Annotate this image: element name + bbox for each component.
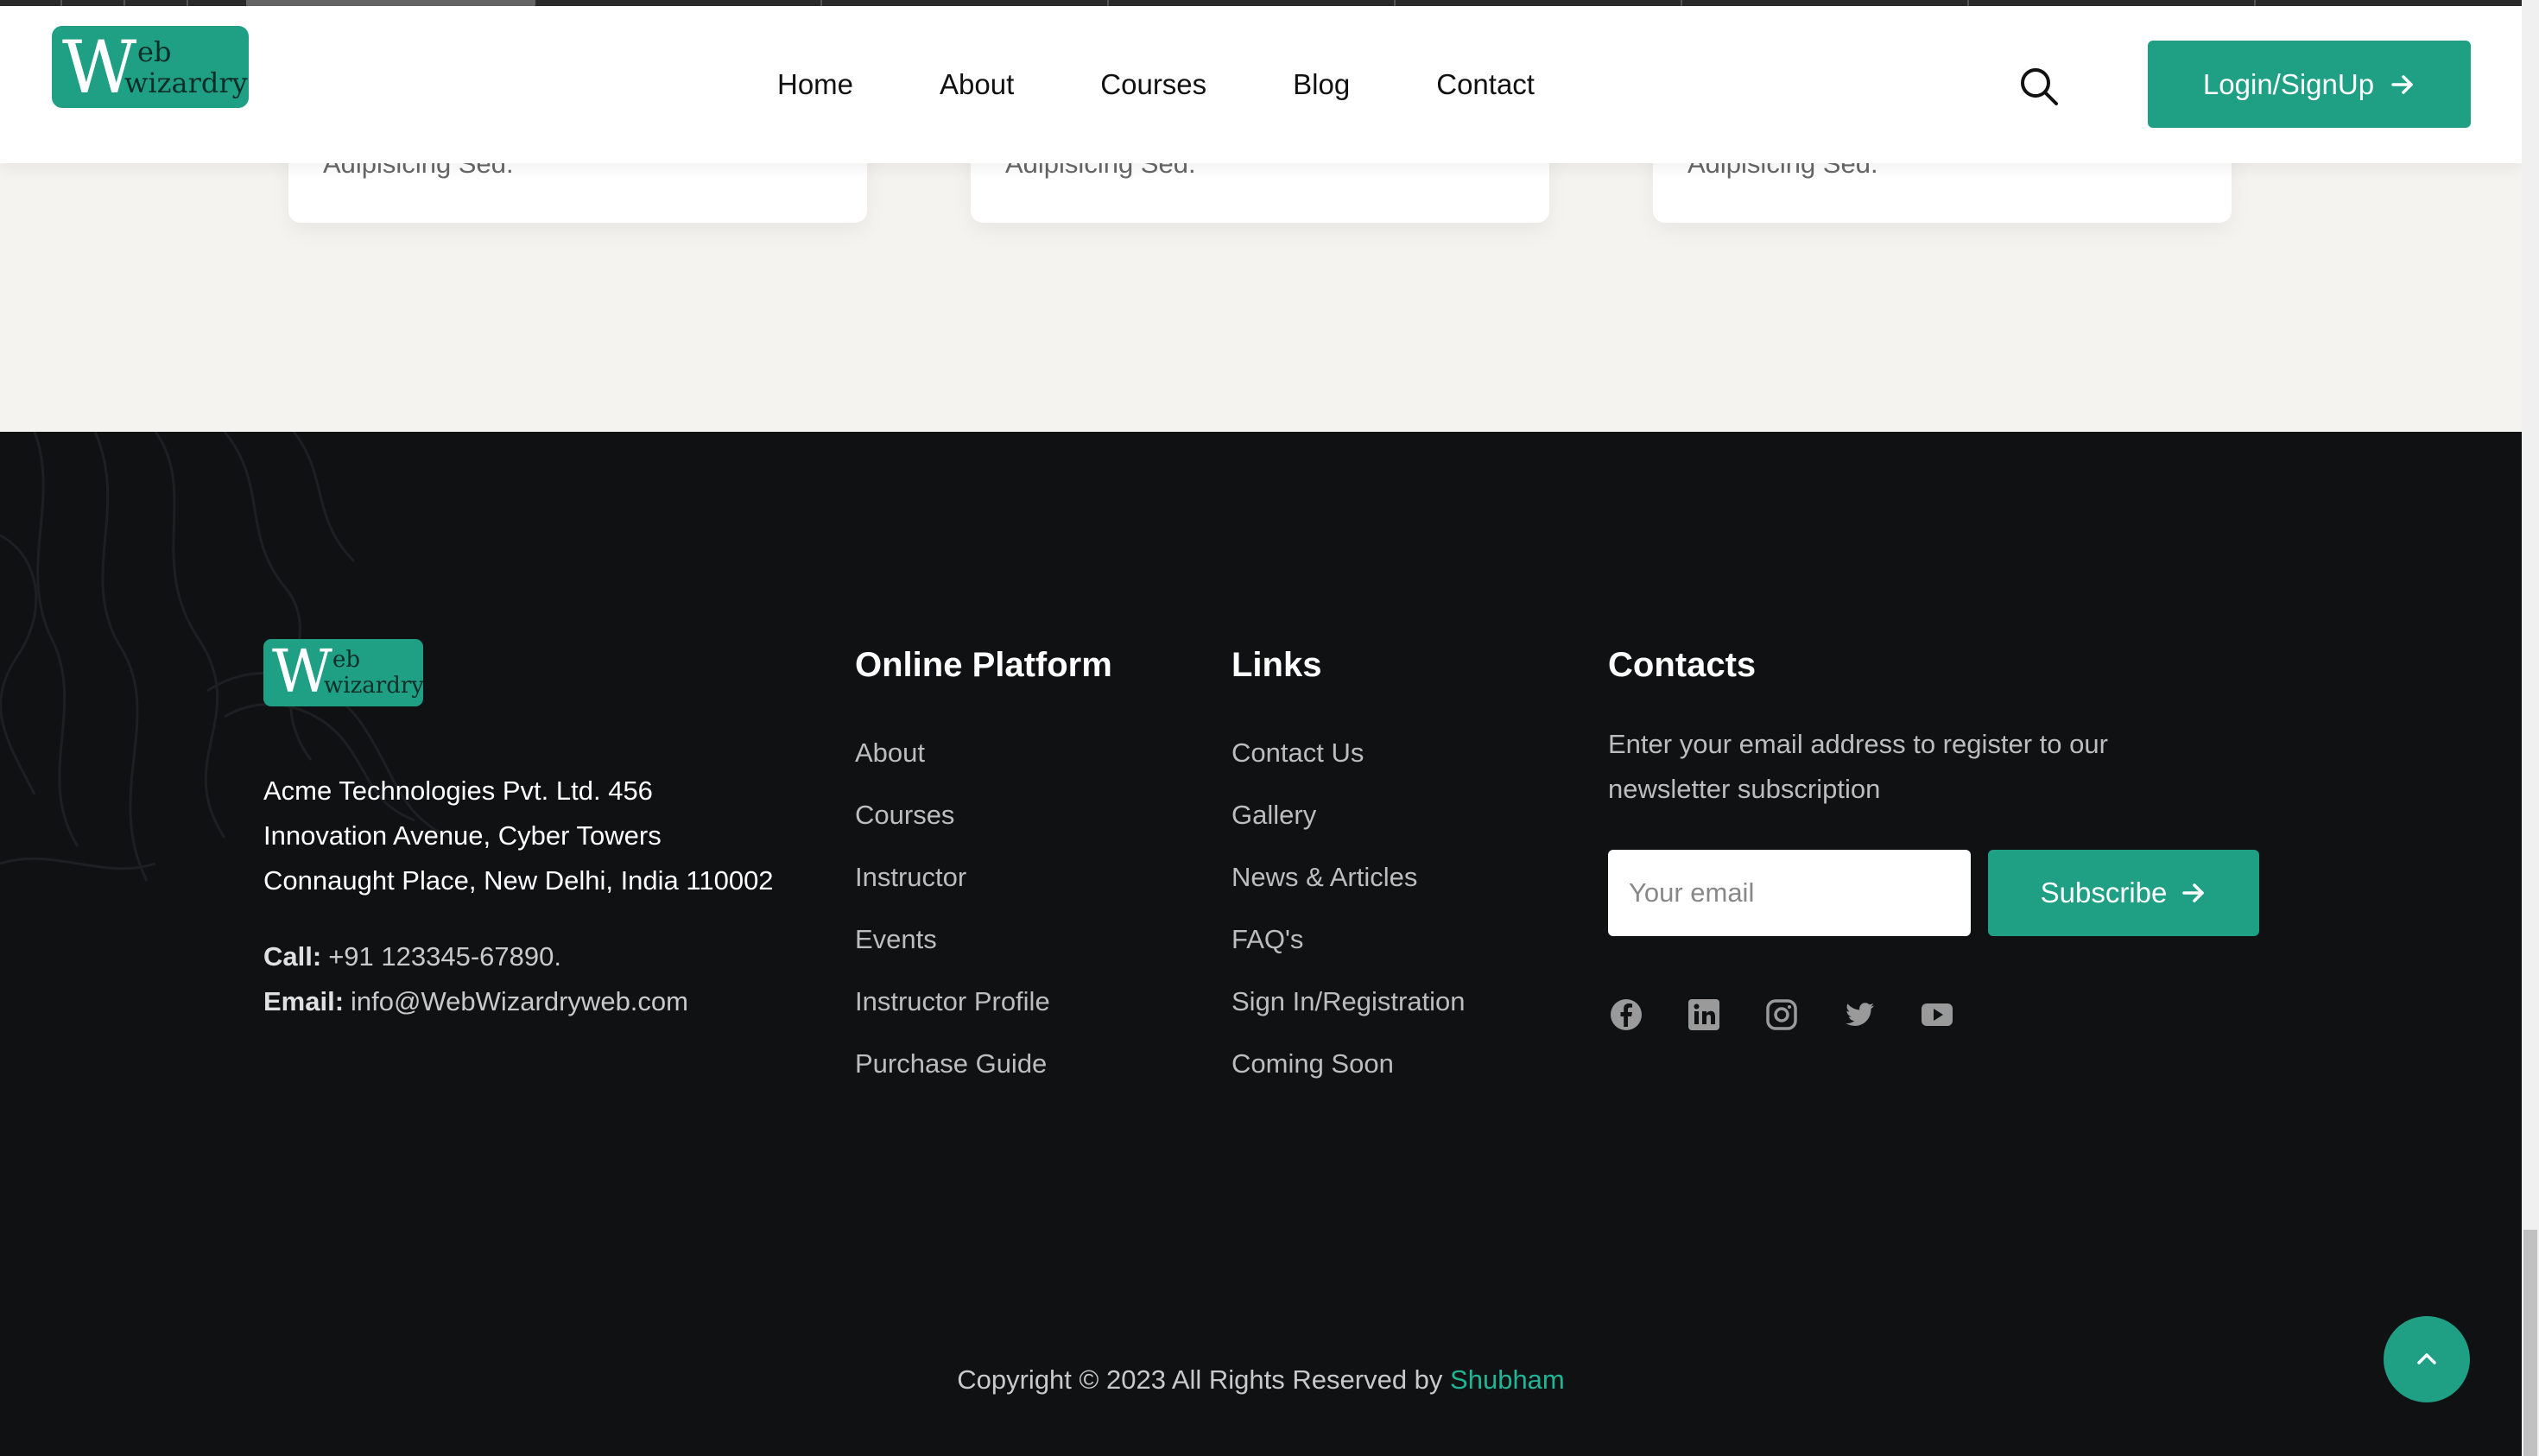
online-platform-list: About Courses Instructor Events Instruct…	[855, 737, 1050, 1111]
call-number[interactable]: +91 123345-67890.	[328, 941, 561, 972]
facebook-icon	[1611, 999, 1642, 1030]
newsletter-email-input[interactable]	[1608, 850, 1971, 936]
top-strip-divider	[1107, 0, 1109, 6]
search-button[interactable]	[2017, 65, 2061, 108]
logo-text-top: eb	[137, 35, 172, 68]
page-scrollbar[interactable]	[2522, 0, 2539, 1456]
youtube-icon	[1922, 1003, 1953, 1026]
footer-link-courses[interactable]: Courses	[855, 800, 1050, 862]
footer-link-news-articles[interactable]: News & Articles	[1232, 862, 1466, 924]
nav-blog[interactable]: Blog	[1293, 68, 1350, 101]
footer-link-gallery[interactable]: Gallery	[1232, 800, 1466, 862]
footer-logo[interactable]: W eb wizardry	[263, 639, 423, 706]
address-line: Acme Technologies Pvt. Ltd. 456	[263, 775, 653, 806]
nav-courses[interactable]: Courses	[1100, 68, 1206, 101]
top-strip-divider	[123, 0, 125, 6]
nav-about[interactable]: About	[940, 68, 1014, 101]
youtube-link[interactable]	[1919, 997, 1955, 1033]
contacts-title: Contacts	[1608, 646, 1757, 684]
nav-home[interactable]: Home	[777, 68, 853, 101]
chevron-up-icon	[2417, 1353, 2436, 1364]
nav-contact[interactable]: Contact	[1436, 68, 1535, 101]
linkedin-link[interactable]	[1686, 997, 1722, 1033]
twitter-link[interactable]	[1841, 997, 1877, 1033]
site-footer: W eb wizardry Acme Technologies Pvt. Ltd…	[0, 432, 2522, 1456]
footer-logo-text-bottom: wizardry	[324, 673, 423, 699]
footer-link-faqs[interactable]: FAQ's	[1232, 924, 1466, 986]
social-links	[1608, 997, 1955, 1033]
top-strip-divider	[1394, 0, 1396, 6]
facebook-link[interactable]	[1608, 997, 1644, 1033]
copyright: Copyright © 2023 All Rights Reserved by …	[0, 1364, 2522, 1396]
footer-link-events[interactable]: Events	[855, 924, 1050, 986]
arrow-right-icon	[2391, 74, 2413, 94]
top-strip-divider	[187, 0, 188, 6]
instagram-icon	[1766, 999, 1797, 1030]
footer-link-coming-soon[interactable]: Coming Soon	[1232, 1048, 1466, 1111]
login-signup-button[interactable]: Login/SignUp	[2148, 41, 2471, 128]
footer-logo-text-top: eb	[332, 647, 361, 673]
instagram-link[interactable]	[1763, 997, 1800, 1033]
scroll-to-top-button[interactable]	[2384, 1316, 2470, 1402]
footer-link-contact-us[interactable]: Contact Us	[1232, 737, 1466, 800]
email-label: Email:	[263, 986, 345, 1016]
links-title: Links	[1232, 646, 1322, 684]
email-address[interactable]: info@WebWizardryweb.com	[351, 986, 688, 1016]
subscribe-button[interactable]: Subscribe	[1988, 850, 2259, 936]
copyright-text: Copyright © 2023 All Rights Reserved by	[957, 1364, 1443, 1395]
newsletter-description: Enter your email address to register to …	[1608, 729, 2108, 804]
top-strip-divider	[60, 0, 62, 6]
call-label: Call:	[263, 941, 322, 972]
arrow-right-icon	[2182, 883, 2205, 902]
top-progress-strip	[0, 0, 2522, 6]
address-line: Innovation Avenue, Cyber Towers	[263, 820, 662, 851]
top-strip-divider	[820, 0, 822, 6]
site-logo[interactable]: W eb wizardry	[52, 26, 249, 108]
online-platform-title: Online Platform	[855, 646, 1112, 684]
call-info: Call: +91 123345-67890.	[263, 941, 561, 972]
login-signup-label: Login/SignUp	[2202, 67, 2375, 100]
top-strip-divider	[1967, 0, 1969, 6]
footer-link-purchase-guide[interactable]: Purchase Guide	[855, 1048, 1050, 1111]
address-line: Connaught Place, New Delhi, India 110002	[263, 865, 774, 896]
top-strip-divider	[1681, 0, 1682, 6]
top-strip-divider	[2254, 0, 2256, 6]
linkedin-icon	[1688, 999, 1719, 1030]
top-strip-active-segment	[246, 0, 535, 6]
footer-link-about[interactable]: About	[855, 737, 1050, 800]
email-info: Email: info@WebWizardryweb.com	[263, 986, 688, 1017]
company-address: Acme Technologies Pvt. Ltd. 456 Innovati…	[263, 769, 825, 903]
footer-link-instructor-profile[interactable]: Instructor Profile	[855, 986, 1050, 1048]
search-icon	[2021, 68, 2058, 105]
main-nav: Home About Courses Blog Contact	[777, 6, 1621, 163]
copyright-author-link[interactable]: Shubham	[1450, 1364, 1565, 1395]
footer-link-sign-in-registration[interactable]: Sign In/Registration	[1232, 986, 1466, 1048]
logo-text-bottom: wizardry	[124, 66, 248, 99]
scrollbar-thumb[interactable]	[2523, 1230, 2537, 1456]
page: Adipisicing Sed. Adipisicing Sed. Adipis…	[0, 0, 2522, 1456]
site-header: W eb wizardry Home About Courses Blog Co…	[0, 6, 2522, 163]
subscribe-label: Subscribe	[2040, 877, 2168, 908]
twitter-icon	[1846, 1003, 1874, 1026]
footer-link-instructor[interactable]: Instructor	[855, 862, 1050, 924]
links-list: Contact Us Gallery News & Articles FAQ's…	[1232, 737, 1466, 1111]
